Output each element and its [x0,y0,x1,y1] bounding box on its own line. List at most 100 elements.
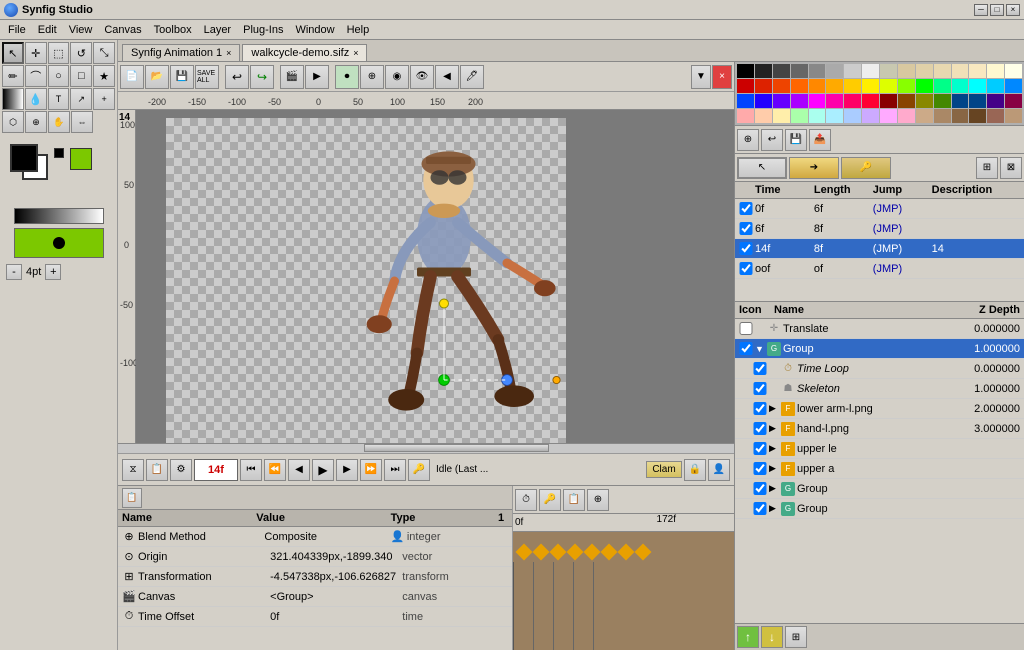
key-filter-btn[interactable]: 🔑 [841,157,891,179]
rt-btn3[interactable]: 💾 [785,129,807,151]
canvas-more-btn[interactable]: ▼ [691,65,711,89]
window-controls[interactable]: ─ □ × [974,4,1020,16]
tool-scale[interactable]: ⤡ [93,42,115,64]
layer-row-group[interactable]: ▼ G Group 1.000000 [735,339,1024,359]
menu-edit[interactable]: Edit [32,22,63,38]
layer-row-skeleton[interactable]: ☗ Skeleton 1.000000 [735,379,1024,399]
menu-toolbox[interactable]: Toolbox [148,22,198,38]
menu-view[interactable]: View [63,22,99,38]
rt-extra-btn2[interactable]: ⊠ [1000,157,1022,179]
color-fg-swatch[interactable] [10,144,38,172]
param-row-transform[interactable]: ⊞ Transformation -4.547338px,-106.626827… [118,567,512,587]
palette-r7[interactable] [987,64,1004,78]
layer-check-upperle[interactable] [753,442,767,455]
kf-jump-4[interactable]: (JMP) [873,263,932,275]
maximize-btn[interactable]: □ [990,4,1004,16]
minimize-btn[interactable]: ─ [974,4,988,16]
layer-check-group3[interactable] [753,502,767,515]
palette-r2[interactable] [898,64,915,78]
layer-check-group[interactable] [739,342,753,355]
layer-row-group3[interactable]: ▶ G Group [735,499,1024,519]
menu-help[interactable]: Help [341,22,376,38]
tab-animation1[interactable]: Synfig Animation 1 × [122,44,240,61]
layer-row-translate[interactable]: ✛ Translate 0.000000 [735,319,1024,339]
add-layer-green-btn[interactable]: ↑ [737,626,759,648]
layer-check-timeloop[interactable] [753,362,767,375]
tool3-btn[interactable]: ◉ [385,65,409,89]
preview-btn[interactable]: ▶ [305,65,329,89]
rt-btn4[interactable]: 📤 [809,129,831,151]
tool-smooth[interactable]: ⬚ [48,42,70,64]
palette-r4[interactable] [934,64,951,78]
scroll-thumb-h[interactable] [364,444,549,452]
tool6-btn[interactable]: 🖊 [460,65,484,89]
tool2-btn[interactable]: ⊕ [360,65,384,89]
palette-r3[interactable] [916,64,933,78]
palette-black[interactable] [737,64,754,78]
menu-layer[interactable]: Layer [198,22,238,38]
lock-btn[interactable]: 🔒 [684,459,706,481]
layer-check-uppera[interactable] [753,462,767,475]
redo-btn[interactable]: ↪ [250,65,274,89]
gradient-bar[interactable] [14,208,104,224]
canvas-viewport[interactable] [136,110,734,443]
undo-btn[interactable]: ↩ [225,65,249,89]
prev-frame-btn[interactable]: ◀ [288,459,310,481]
next-keyframe-btn[interactable]: ⏩ [360,459,382,481]
tl-btn2[interactable]: 🔑 [539,489,561,511]
menu-file[interactable]: File [2,22,32,38]
palette-lightgray[interactable] [826,64,843,78]
play-btn[interactable]: ▶ [312,459,334,481]
kf-row-1[interactable]: 0f 6f (JMP) [735,199,1024,219]
loop-btn[interactable]: ⧖ [122,459,144,481]
rt-extra-btn1[interactable]: ⊞ [976,157,998,179]
layer-row-upperle[interactable]: ▶ F upper le [735,439,1024,459]
palette-darkgray1[interactable] [755,64,772,78]
kf-check-2[interactable] [739,222,753,235]
render-settings-btn[interactable]: ⚙ [170,459,192,481]
kf-check-1[interactable] [739,202,753,215]
layer-check-lowerarm[interactable] [753,402,767,415]
rt-btn2[interactable]: ↩ [761,129,783,151]
layer-check-handl[interactable] [753,422,767,435]
palette-midgray[interactable] [809,64,826,78]
tool5-btn[interactable]: ◀ [435,65,459,89]
close-btn[interactable]: × [1006,4,1020,16]
tool-hand[interactable]: ✋ [48,111,70,133]
layer-check-group2[interactable] [753,482,767,495]
tool-zoom[interactable]: ⊕ [25,111,47,133]
layer-row-timeloop[interactable]: ⏱ Time Loop 0.000000 [735,359,1024,379]
menu-window[interactable]: Window [289,22,340,38]
tool-star[interactable]: ★ [93,65,115,87]
menu-plugins[interactable]: Plug-Ins [237,22,289,38]
tool-mirror[interactable]: ⇔ [71,111,93,133]
tl-btn4[interactable]: ⊕ [587,489,609,511]
tool-eyedrop[interactable]: 💧 [25,88,47,110]
tool-rect[interactable]: □ [70,65,92,87]
tab2-close[interactable]: × [353,48,358,58]
tool-transform[interactable]: ✛ [25,42,47,64]
layer-row-group2[interactable]: ▶ G Group [735,479,1024,499]
person-btn[interactable]: 👤 [708,459,730,481]
kf-jump-2[interactable]: (JMP) [873,223,932,235]
palette-r8[interactable] [1005,64,1022,78]
goto-end-btn[interactable]: ⏭ [384,459,406,481]
arrow-filter-btn[interactable]: ↖ [737,157,787,179]
duplicate-layer-btn[interactable]: ⊞ [785,626,807,648]
canvas-scrollbar-h[interactable] [118,443,734,453]
tool-arrow[interactable]: ↖ [2,42,24,64]
palette-r6[interactable] [969,64,986,78]
tool-feather[interactable]: ↗ [70,88,92,110]
open-btn[interactable]: 📂 [145,65,169,89]
rt-btn1[interactable]: ⊕ [737,129,759,151]
layer-check-skeleton[interactable] [753,382,767,395]
kf-row-2[interactable]: 6f 8f (JMP) [735,219,1024,239]
layer-row-uppera[interactable]: ▶ F upper a [735,459,1024,479]
save-all-btn[interactable]: SAVE ALL [195,65,219,89]
tool-pen[interactable]: ✏ [2,65,24,87]
tool-bline[interactable]: ⌒ [25,65,47,87]
palette-r1[interactable] [880,64,897,78]
tool4-btn[interactable]: 👁 [410,65,434,89]
add-layer-yellow-btn[interactable]: ↓ [761,626,783,648]
pt-minus[interactable]: - [6,264,22,280]
